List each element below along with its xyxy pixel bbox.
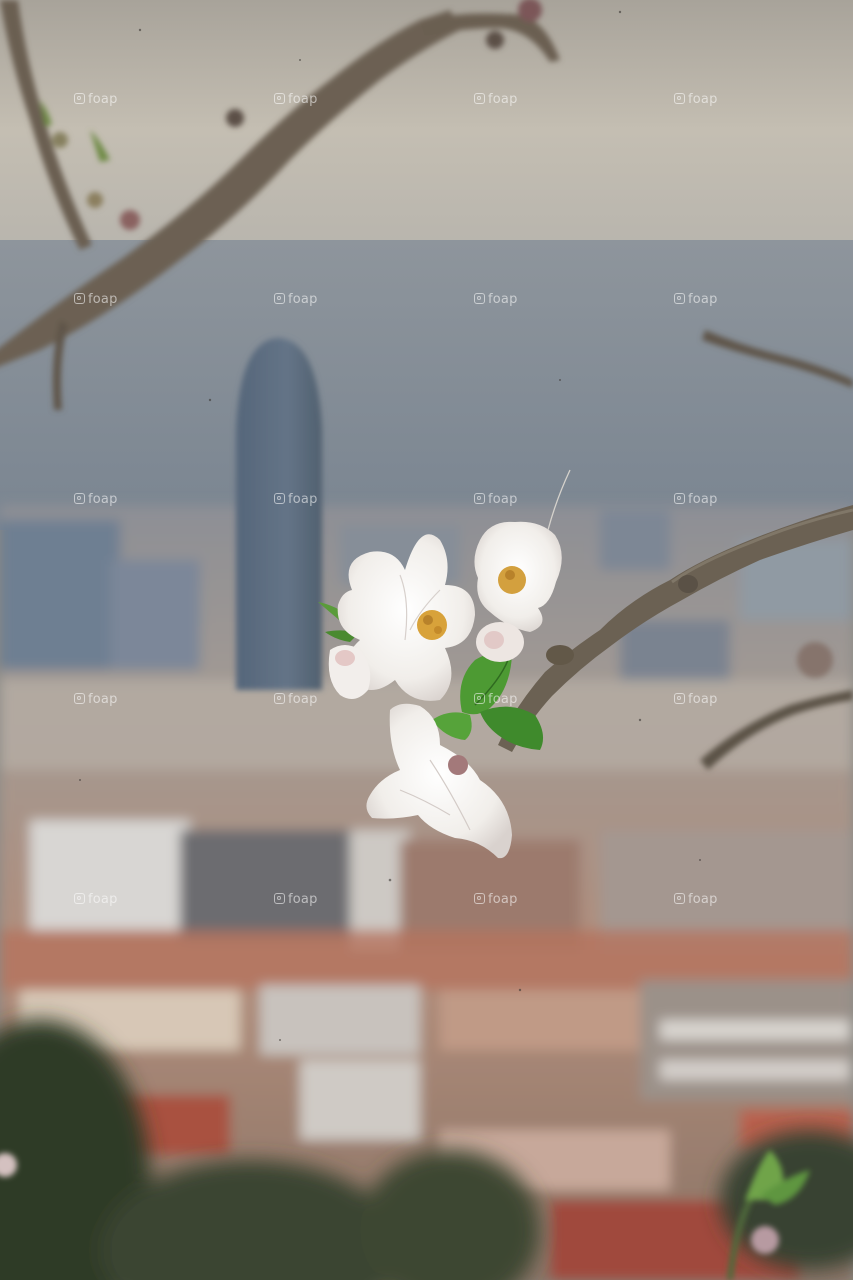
tower: [236, 338, 322, 690]
photo: foap foap foap foap foap foap foap foap foap foap…: [0, 0, 853, 1280]
photo-scene: [0, 0, 853, 1280]
blossom-bud: [476, 622, 524, 662]
